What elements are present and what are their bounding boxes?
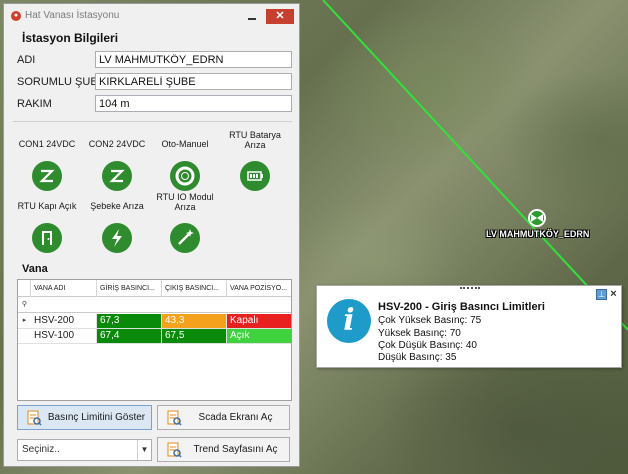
name-label: ADI	[17, 54, 36, 66]
divider	[13, 121, 292, 122]
table-header: VANA ADI GİRİŞ BASINCI... ÇIKIŞ BASINCI.…	[18, 280, 291, 297]
open-scada-button[interactable]: Scada Ekranı Aç	[157, 405, 290, 430]
row-pointer-icon: ▸	[22, 317, 27, 324]
button-label: Basınç Limitini Göster	[47, 412, 146, 423]
document-icon	[165, 410, 182, 426]
cell-inlet-pressure: 67,3	[97, 314, 162, 328]
branch-field[interactable]	[95, 73, 292, 90]
status-con2: CON2 24VDC	[82, 139, 152, 191]
button-label: Scada Ekranı Aç	[198, 412, 273, 423]
status-auto-manual: Oto-Manuel	[150, 139, 220, 191]
tooltip-line: Çok Düşük Basınç: 40	[378, 340, 477, 351]
window-title: Hat Vanası İstasyonu	[25, 10, 120, 21]
status-label: RTU Batarya Arıza	[229, 130, 281, 150]
status-rtu-battery: RTU Batarya Arıza	[220, 130, 290, 191]
document-icon	[165, 442, 182, 458]
name-field[interactable]	[95, 51, 292, 68]
row-indicator	[18, 329, 31, 343]
column-header[interactable]: VANA POZİSYO...	[227, 280, 291, 297]
button-label: Trend Sayfasını Aç	[193, 444, 278, 455]
cell-position: Kapalı	[227, 314, 291, 328]
drag-grip[interactable]	[460, 287, 480, 290]
cell-position: Açık	[227, 329, 291, 343]
info-icon: i	[327, 299, 371, 343]
status-rtu-door: RTU Kapı Açık	[12, 201, 82, 253]
dropdown-value: Seçiniz..	[22, 444, 60, 455]
chevron-down-icon[interactable]: ▼	[137, 440, 151, 460]
altitude-field[interactable]	[95, 95, 292, 112]
status-label: RTU IO Modul Arıza	[156, 192, 214, 212]
cell-inlet-pressure: 67,4	[97, 329, 162, 343]
valve-table[interactable]: VANA ADI GİRİŞ BASINCI... ÇIKIŞ BASINCI.…	[17, 279, 292, 401]
status-rtu-io: RTU IO Modul Arıza	[150, 192, 220, 253]
minimize-button[interactable]	[241, 9, 263, 24]
tooltip-line: Düşük Basınç: 35	[378, 352, 457, 363]
status-label: CON1 24VDC	[18, 139, 76, 149]
z-icon	[102, 161, 132, 191]
open-trend-button[interactable]: Trend Sayfasını Aç	[157, 437, 290, 462]
pressure-limits-tooltip: ⊥ × i HSV-200 - Giriş Basıncı Limitleri …	[316, 285, 622, 368]
cell-outlet-pressure: 43,3	[162, 314, 227, 328]
column-header[interactable]: VANA ADI	[31, 280, 97, 297]
status-label: Oto-Manuel	[161, 139, 209, 149]
document-icon	[25, 410, 42, 426]
battery-icon	[240, 161, 270, 191]
altitude-label: RAKIM	[17, 98, 52, 110]
z-icon	[32, 161, 62, 191]
status-con1: CON1 24VDC	[12, 139, 82, 191]
station-window: ● Hat Vanası İstasyonu ✕ İstasyon Bilgil…	[3, 3, 300, 467]
pipeline-line	[322, 0, 628, 331]
status-grid-fault: Şebeke Arıza	[82, 201, 152, 253]
header-indicator	[18, 280, 31, 297]
selection-dropdown[interactable]: Seçiniz.. ▼	[17, 439, 152, 461]
app-icon: ●	[11, 11, 21, 21]
cell-name: HSV-200	[31, 314, 97, 328]
section-title: İstasyon Bilgileri	[22, 31, 119, 45]
branch-label: SORUMLU ŞUBE	[17, 76, 106, 88]
filter-icon: ⚲	[21, 301, 28, 308]
status-label: CON2 24VDC	[88, 139, 146, 149]
show-pressure-limits-button[interactable]: Basınç Limitini Göster	[17, 405, 152, 430]
close-icon[interactable]: ×	[608, 288, 619, 300]
lightning-icon	[102, 223, 132, 253]
column-header[interactable]: GİRİŞ BASINCI...	[97, 280, 162, 297]
lifebuoy-icon	[170, 161, 200, 191]
wand-icon	[170, 223, 200, 253]
status-label: RTU Kapı Açık	[17, 201, 77, 211]
table-row[interactable]: ▸ HSV-200 67,3 43,3 Kapalı	[18, 314, 291, 329]
door-icon	[32, 223, 62, 253]
tooltip-title: HSV-200 - Giriş Basıncı Limitleri	[378, 301, 545, 313]
title-bar[interactable]: ● Hat Vanası İstasyonu ✕	[4, 4, 299, 28]
station-map-label[interactable]: LV MAHMUTKÖY_EDRN	[486, 229, 589, 239]
filter-row[interactable]: ⚲	[18, 298, 291, 313]
cell-name: HSV-100	[31, 329, 97, 343]
cell-outlet-pressure: 67,5	[162, 329, 227, 343]
tooltip-line: Yüksek Basınç: 70	[378, 328, 461, 339]
close-button[interactable]: ✕	[266, 9, 294, 24]
tooltip-line: Çok Yüksek Basınç: 75	[378, 315, 482, 326]
column-header[interactable]: ÇIKIŞ BASINCI...	[162, 280, 227, 297]
status-label: Şebeke Arıza	[90, 201, 144, 211]
pin-icon[interactable]: ⊥	[596, 289, 607, 300]
table-row[interactable]: HSV-100 67,4 67,5 Açık	[18, 329, 291, 344]
vana-title: Vana	[22, 263, 48, 275]
